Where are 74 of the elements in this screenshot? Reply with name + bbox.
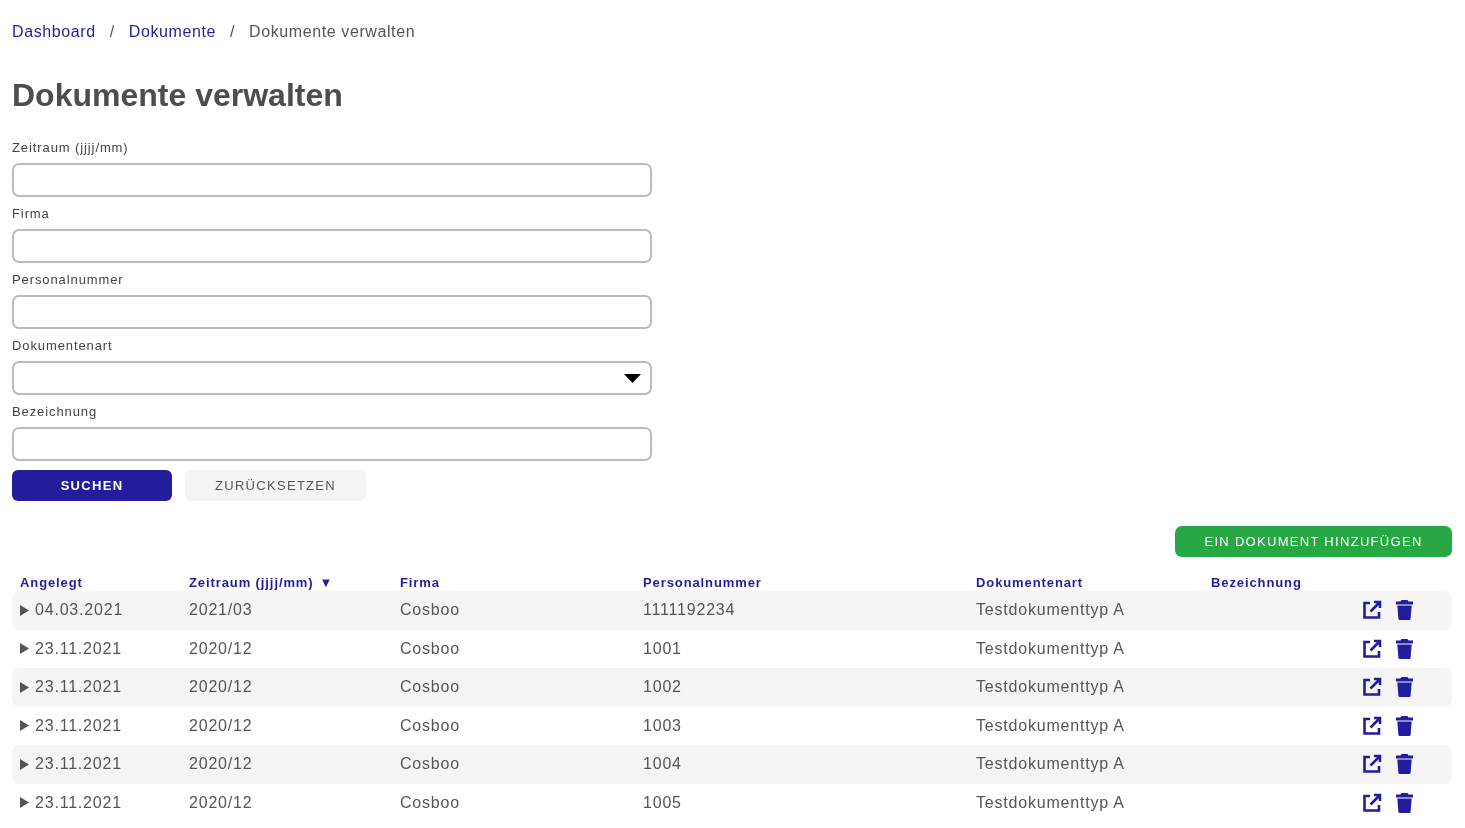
field-label: Zeitraum (jjjj/mm) [12,140,130,156]
table-cell: 2020/12 [189,716,253,735]
trash-icon[interactable] [1396,638,1413,659]
dropdown-arrow-icon [624,373,641,383]
table-cell: 2021/03 [189,601,253,620]
column-header[interactable]: Bezeichnung [1211,574,1302,590]
field-label: Bezeichnung [12,404,99,420]
table-cell: 1005 [643,793,682,812]
breadcrumb-current: Dokumente verwalten [249,23,416,41]
input-field[interactable] [12,295,652,329]
breadcrumb-link[interactable]: Dokumente [128,23,216,41]
table-cell: Cosboo [400,678,460,697]
table-cell: 23.11.2021 [35,716,122,735]
table-cell: 1001 [643,639,682,658]
table-cell: 23.11.2021 [35,639,122,658]
input-field[interactable] [12,163,652,197]
search-button[interactable]: SUCHEN [12,470,172,501]
table-cell: Testdokumenttyp A [976,639,1125,658]
trash-icon[interactable] [1396,754,1413,775]
breadcrumb-separator: / [229,23,235,41]
expand-arrow-icon[interactable] [20,604,29,616]
table-cell: Cosboo [400,601,460,620]
column-header[interactable]: Angelegt [20,574,83,590]
expand-arrow-icon[interactable] [20,681,29,693]
expand-arrow-icon[interactable] [20,643,29,655]
input-field[interactable] [12,427,652,461]
table-cell: 1003 [643,716,682,735]
table-cell: 2020/12 [189,793,253,812]
table-cell: 1111192234 [643,601,736,620]
page-title: Dokumente verwalten [12,76,344,114]
table-cell: 04.03.2021 [35,601,124,620]
table-cell: Testdokumenttyp A [976,793,1125,812]
external-link-icon[interactable] [1362,677,1382,698]
column-header[interactable]: Dokumentenart [976,574,1084,590]
breadcrumb-link[interactable]: Dashboard [12,23,96,41]
table-cell: Cosboo [400,639,460,658]
external-link-icon[interactable] [1362,638,1382,659]
trash-icon[interactable] [1396,600,1413,621]
table-cell: 23.11.2021 [35,793,122,812]
table-cell: 2020/12 [189,678,253,697]
trash-icon[interactable] [1396,792,1413,813]
field-label: Personalnummer [12,272,125,288]
table-cell: 1004 [643,755,682,774]
external-link-icon[interactable] [1362,600,1382,621]
table-cell: Testdokumenttyp A [976,716,1125,735]
field-label: Firma [12,206,51,222]
table-cell: 2020/12 [189,755,253,774]
table-cell: 2020/12 [189,639,253,658]
table-cell: Cosboo [400,793,460,812]
external-link-icon[interactable] [1362,715,1382,736]
table-cell: Testdokumenttyp A [976,755,1125,774]
table-cell: 23.11.2021 [35,678,122,697]
table-cell: 23.11.2021 [35,755,122,774]
trash-icon[interactable] [1396,677,1413,698]
column-header[interactable]: Firma [400,574,440,590]
expand-arrow-icon[interactable] [20,797,29,809]
table-cell: Cosboo [400,755,460,774]
select-field[interactable] [12,361,652,395]
trash-icon[interactable] [1396,715,1413,736]
table-cell: Testdokumenttyp A [976,678,1125,697]
external-link-icon[interactable] [1362,792,1382,813]
expand-arrow-icon[interactable] [20,720,29,732]
input-field[interactable] [12,229,652,263]
table-cell: 1002 [643,678,682,697]
table-cell: Testdokumenttyp A [976,601,1125,620]
expand-arrow-icon[interactable] [20,758,29,770]
reset-button[interactable]: ZURÜCKSETZEN [185,470,366,501]
external-link-icon[interactable] [1362,754,1382,775]
sort-indicator[interactable]: ▼ [319,574,334,590]
table-cell: Cosboo [400,716,460,735]
column-header[interactable]: Personalnummer [643,574,762,590]
column-header[interactable]: Zeitraum (jjjj/mm) [189,574,314,590]
field-label: Dokumentenart [12,338,114,354]
breadcrumb-separator: / [109,23,115,41]
